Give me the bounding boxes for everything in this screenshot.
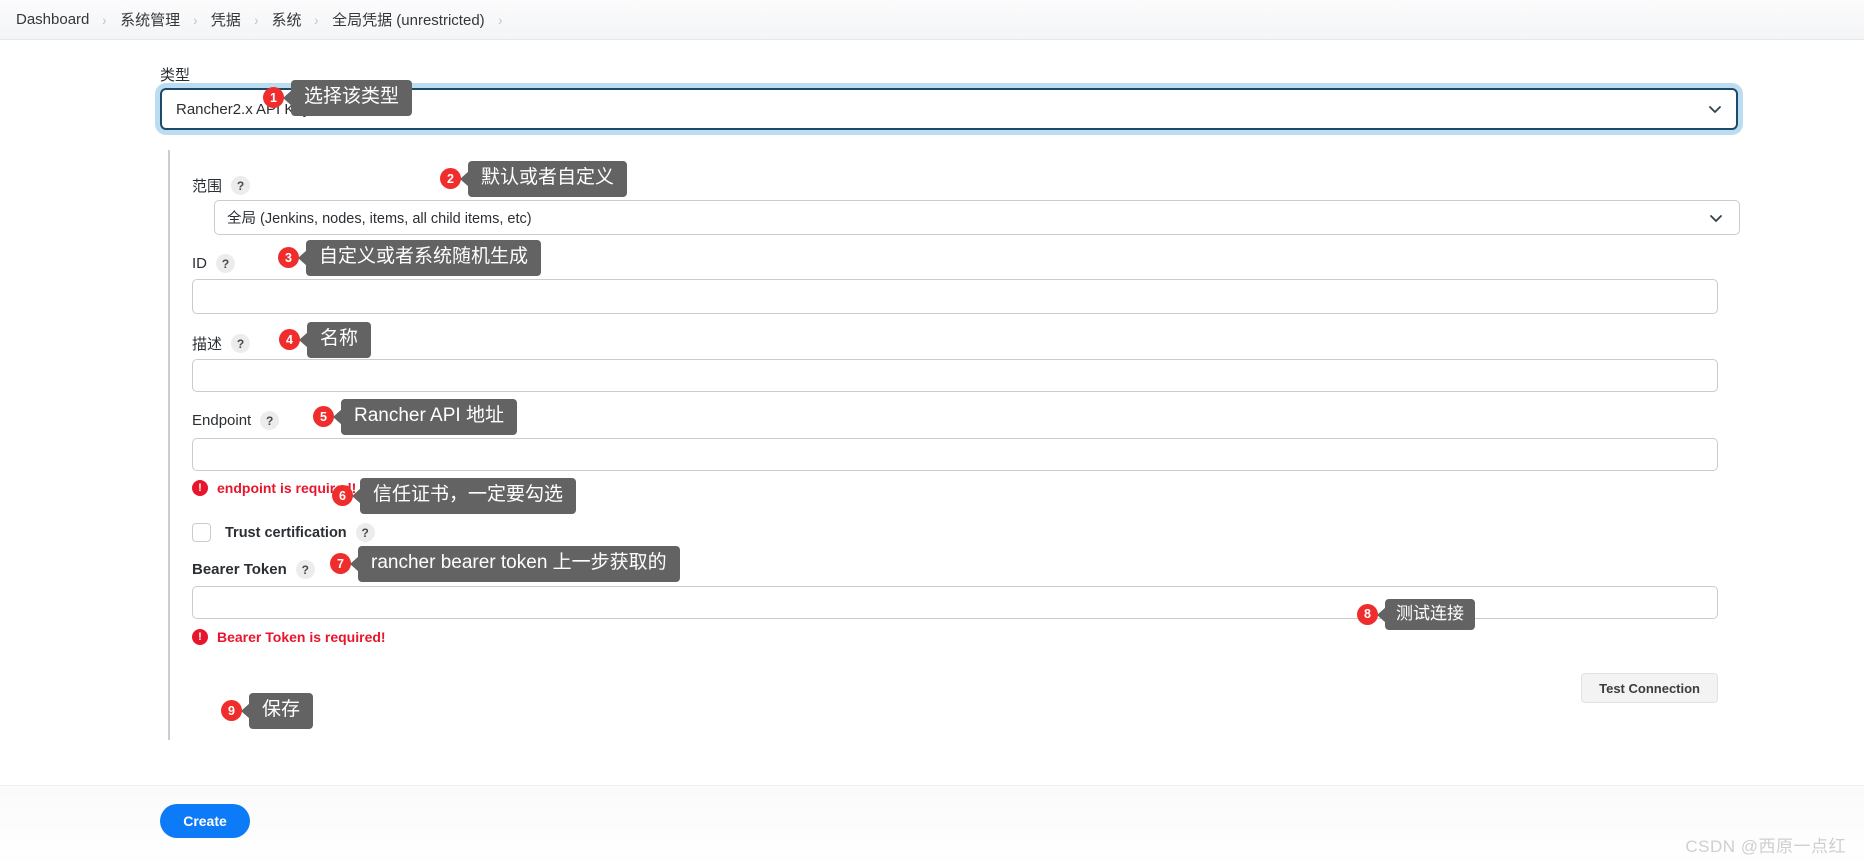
- annotation-9: 9 保存: [221, 693, 314, 729]
- endpoint-input[interactable]: [192, 438, 1718, 471]
- trust-certification-label-text: Trust certification: [225, 524, 347, 541]
- annotation-text: 测试连接: [1385, 599, 1475, 631]
- annotation-text: 名称: [307, 322, 372, 358]
- annotation-1: 1 选择该类型: [263, 80, 413, 116]
- breadcrumb-separator-icon: ›: [102, 11, 107, 28]
- breadcrumb-separator-icon: ›: [498, 11, 502, 28]
- type-options-panel: 范围 ? 全局 (Jenkins, nodes, items, all chil…: [168, 150, 1740, 740]
- annotation-number: 6: [332, 485, 353, 507]
- annotation-text: 默认或者自定义: [468, 161, 628, 197]
- test-connection-label: Test Connection: [1599, 680, 1700, 696]
- scope-select[interactable]: 全局 (Jenkins, nodes, items, all child ite…: [214, 200, 1740, 235]
- test-connection-button[interactable]: Test Connection: [1581, 673, 1718, 703]
- breadcrumb: Dashboard › 系统管理 › 凭据 › 系统 › 全局凭据 (unres…: [0, 0, 1864, 40]
- help-icon[interactable]: ?: [231, 334, 251, 353]
- annotation-8: 8 测试连接: [1357, 599, 1475, 631]
- bearer-token-error-text: Bearer Token is required!: [217, 629, 386, 645]
- annotation-number: 8: [1357, 604, 1378, 626]
- scope-label-text: 范围: [192, 178, 223, 195]
- error-icon: !: [192, 629, 208, 645]
- annotation-text: 信任证书，一定要勾选: [360, 478, 577, 514]
- annotation-number: 3: [278, 247, 299, 269]
- breadcrumb-separator-icon: ›: [254, 11, 259, 28]
- help-icon[interactable]: ?: [260, 411, 280, 430]
- create-button[interactable]: Create: [160, 804, 250, 838]
- annotation-text: 自定义或者系统随机生成: [306, 240, 542, 276]
- endpoint-label-text: Endpoint: [192, 412, 252, 429]
- help-icon[interactable]: ?: [295, 560, 315, 579]
- chevron-down-icon: [1709, 211, 1723, 225]
- form-footer: Create CSDN @西原一点红: [0, 785, 1864, 867]
- bearer-token-error: ! Bearer Token is required!: [192, 629, 386, 645]
- annotation-number: 1: [263, 87, 284, 109]
- error-icon: !: [192, 480, 208, 496]
- annotation-text: 保存: [249, 693, 314, 729]
- breadcrumb-item-credentials[interactable]: 凭据: [211, 9, 241, 30]
- scope-label: 范围 ?: [192, 175, 251, 196]
- annotation-3: 3 自定义或者系统随机生成: [278, 240, 542, 276]
- type-label-text: 类型: [160, 67, 191, 84]
- watermark: CSDN @西原一点红: [1685, 837, 1846, 856]
- annotation-text: 选择该类型: [291, 80, 413, 116]
- id-label: ID ?: [192, 254, 235, 273]
- breadcrumb-item-dashboard[interactable]: Dashboard: [16, 11, 89, 28]
- annotation-number: 9: [221, 700, 242, 722]
- annotation-text: rancher bearer token 上一步获取的: [358, 546, 680, 582]
- chevron-down-icon: [1708, 102, 1722, 116]
- breadcrumb-separator-icon: ›: [314, 11, 319, 28]
- endpoint-label: Endpoint ?: [192, 411, 280, 430]
- trust-certification-label: Trust certification ?: [225, 523, 375, 542]
- description-label-text: 描述: [192, 336, 223, 353]
- id-input[interactable]: [192, 279, 1718, 314]
- annotation-5: 5 Rancher API 地址: [313, 399, 517, 435]
- annotation-number: 7: [330, 553, 351, 575]
- annotation-text: Rancher API 地址: [341, 399, 517, 435]
- annotation-7: 7 rancher bearer token 上一步获取的: [330, 546, 680, 582]
- page-root: Dashboard › 系统管理 › 凭据 › 系统 › 全局凭据 (unres…: [0, 0, 1864, 867]
- help-icon[interactable]: ?: [216, 254, 235, 273]
- breadcrumb-item-system-management[interactable]: 系统管理: [120, 9, 180, 30]
- bearer-token-input[interactable]: [192, 586, 1718, 619]
- trust-certification-checkbox[interactable]: [192, 523, 211, 542]
- annotation-number: 2: [440, 168, 461, 190]
- help-icon[interactable]: ?: [231, 176, 251, 195]
- create-button-label: Create: [183, 813, 227, 829]
- annotation-6: 6 信任证书，一定要勾选: [332, 478, 577, 514]
- description-input[interactable]: [192, 359, 1718, 392]
- trust-certification-row[interactable]: Trust certification ?: [192, 523, 375, 542]
- description-label: 描述 ?: [192, 333, 251, 354]
- type-label: 类型: [160, 64, 190, 85]
- bearer-token-label-text: Bearer Token: [192, 561, 287, 578]
- annotation-number: 5: [313, 406, 334, 428]
- breadcrumb-item-global-credentials[interactable]: 全局凭据 (unrestricted): [332, 9, 485, 30]
- scope-select-value: 全局 (Jenkins, nodes, items, all child ite…: [227, 211, 532, 227]
- annotation-2: 2 默认或者自定义: [440, 161, 628, 197]
- help-icon[interactable]: ?: [355, 523, 375, 542]
- id-label-text: ID: [192, 255, 207, 272]
- annotation-number: 4: [279, 329, 300, 351]
- bearer-token-label: Bearer Token ?: [192, 560, 315, 579]
- test-connection-row: Test Connection: [192, 673, 1718, 703]
- breadcrumb-separator-icon: ›: [193, 11, 198, 28]
- credential-form: 类型 Rancher2.x API Keys 范围 ? 全局 (Jenkins,…: [0, 40, 1864, 785]
- annotation-4: 4 名称: [279, 322, 372, 358]
- breadcrumb-item-system[interactable]: 系统: [271, 9, 301, 30]
